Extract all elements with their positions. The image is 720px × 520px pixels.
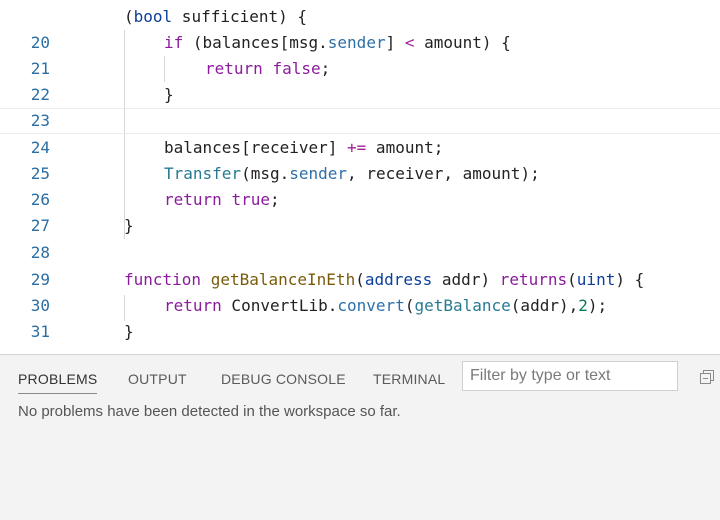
code-token: amount) { bbox=[414, 33, 511, 52]
code-token: } bbox=[164, 85, 174, 104]
line-number: 30 bbox=[30, 296, 50, 315]
code-token: } bbox=[124, 216, 134, 235]
code-token: 2 bbox=[578, 296, 588, 315]
code-text: } bbox=[124, 213, 134, 239]
code-editor[interactable]: (bool sufficient) {20 if (balances[msg.se… bbox=[0, 0, 720, 354]
code-text: Transfer(msg.sender, receiver, amount); bbox=[164, 161, 540, 187]
code-token: convert bbox=[337, 296, 405, 315]
filter-input[interactable] bbox=[462, 361, 678, 391]
code-line[interactable]: 31} bbox=[0, 319, 720, 345]
code-line[interactable]: 21 return false; bbox=[0, 56, 720, 82]
code-token: ; bbox=[320, 59, 331, 78]
code-token: ); bbox=[587, 296, 608, 315]
line-number: 25 bbox=[30, 164, 50, 183]
line-number: 21 bbox=[30, 59, 50, 78]
code-line[interactable]: 26 return true; bbox=[0, 187, 720, 213]
code-token: sender bbox=[289, 164, 348, 183]
code-token: Transfer bbox=[164, 164, 242, 183]
code-line[interactable]: 22} bbox=[0, 82, 720, 108]
code-text: if (balances[msg.sender] < amount) { bbox=[164, 30, 511, 56]
line-number: 22 bbox=[30, 85, 50, 104]
tab-debug-console[interactable]: DEBUG CONSOLE bbox=[221, 371, 346, 387]
tab-output[interactable]: OUTPUT bbox=[128, 371, 187, 387]
code-token: . bbox=[279, 164, 290, 183]
code-text: function getBalanceInEth(address addr) r… bbox=[124, 267, 644, 293]
code-token: bool bbox=[133, 7, 173, 26]
code-token: ( bbox=[355, 270, 365, 289]
code-line[interactable]: 29 function getBalanceInEth(address addr)… bbox=[0, 267, 720, 293]
code-token: balances[receiver] bbox=[164, 138, 348, 157]
code-token: addr) bbox=[432, 270, 500, 289]
code-line[interactable]: 25 Transfer(msg.sender, receiver, amount)… bbox=[0, 161, 720, 187]
code-token: ( bbox=[567, 270, 577, 289]
collapse-all-icon[interactable] bbox=[699, 369, 715, 385]
code-token: += bbox=[347, 138, 367, 157]
code-token: sufficient) { bbox=[172, 7, 308, 26]
code-token: returns bbox=[499, 270, 568, 289]
code-line[interactable]: 27} bbox=[0, 213, 720, 239]
tab-terminal[interactable]: TERMINAL bbox=[373, 371, 445, 387]
code-token: msg bbox=[250, 164, 280, 183]
code-line[interactable]: 28 bbox=[0, 240, 720, 266]
line-number: 20 bbox=[30, 33, 50, 52]
code-text: } bbox=[164, 82, 174, 108]
code-token: ( bbox=[241, 164, 251, 183]
code-token: } bbox=[124, 322, 134, 341]
code-token: , receiver, amount); bbox=[347, 164, 540, 183]
line-number: 26 bbox=[30, 190, 50, 209]
code-token: ( bbox=[124, 7, 134, 26]
code-token: (balances[ bbox=[183, 33, 290, 52]
code-text: balances[receiver] += amount; bbox=[164, 135, 443, 161]
line-number: 23 bbox=[30, 111, 50, 130]
code-line[interactable]: 24 balances[receiver] += amount; bbox=[0, 135, 720, 161]
code-token: address bbox=[364, 270, 433, 289]
bottom-panel: PROBLEMS OUTPUT DEBUG CONSOLE TERMINAL N… bbox=[0, 354, 720, 520]
problems-message: No problems have been detected in the wo… bbox=[18, 403, 401, 420]
code-token: msg bbox=[289, 33, 319, 52]
code-token: false bbox=[272, 59, 321, 78]
code-line[interactable]: 23 bbox=[0, 108, 720, 134]
line-number: 27 bbox=[30, 216, 50, 235]
code-text: } bbox=[124, 319, 134, 345]
line-number: 28 bbox=[30, 243, 50, 262]
line-number: 31 bbox=[30, 322, 50, 341]
code-line[interactable]: 20 if (balances[msg.sender] < amount) { bbox=[0, 30, 720, 56]
code-token: if bbox=[164, 33, 184, 52]
code-token: uint bbox=[576, 270, 616, 289]
code-token: getBalance bbox=[414, 296, 511, 315]
code-token: return bbox=[205, 59, 263, 78]
code-text: return ConvertLib.convert(getBalance(add… bbox=[164, 293, 607, 319]
code-token: return bbox=[164, 190, 222, 209]
code-text: return true; bbox=[164, 187, 280, 213]
code-token: function bbox=[124, 270, 202, 289]
code-token: getBalanceInEth bbox=[210, 270, 356, 289]
code-token: sender bbox=[327, 33, 386, 52]
code-line[interactable]: 30 return ConvertLib.convert(getBalance(a… bbox=[0, 293, 720, 319]
code-token: amount; bbox=[366, 138, 444, 157]
code-text: return false; bbox=[205, 56, 330, 82]
line-number: 29 bbox=[30, 270, 50, 289]
code-token: . bbox=[318, 33, 328, 52]
code-token: ; bbox=[269, 190, 280, 209]
code-token: ConvertLib. bbox=[221, 296, 338, 315]
code-token: ] bbox=[385, 33, 405, 52]
code-text: (bool sufficient) { bbox=[124, 4, 307, 30]
tab-problems[interactable]: PROBLEMS bbox=[18, 371, 98, 394]
code-line[interactable]: (bool sufficient) { bbox=[0, 4, 720, 30]
code-token: (addr), bbox=[510, 296, 579, 315]
code-token: return bbox=[164, 296, 222, 315]
line-number: 24 bbox=[30, 138, 50, 157]
code-token: ) { bbox=[615, 270, 645, 289]
code-token: true bbox=[231, 190, 270, 209]
